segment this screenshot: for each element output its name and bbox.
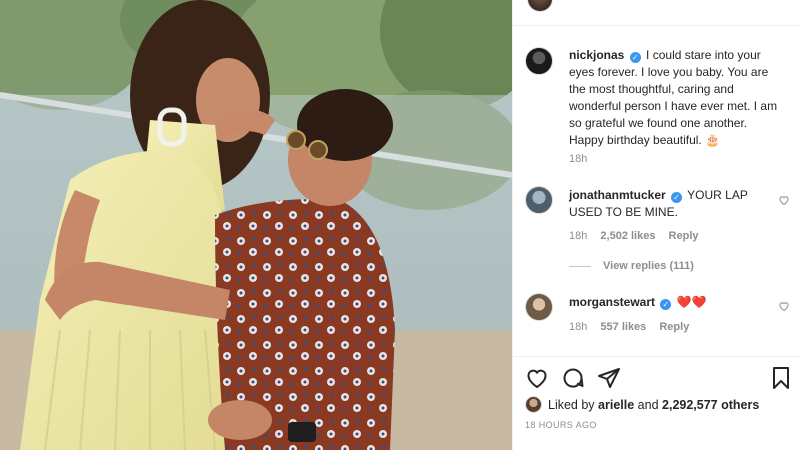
caption-meta: 18h [569,153,597,165]
post-photo[interactable] [0,0,512,450]
liked-by-prefix: Liked by [548,397,595,412]
comment-text: ❤️❤️ [676,295,707,309]
reply-button[interactable]: Reply [659,321,689,333]
comment-likes[interactable]: 2,502 likes [600,230,655,242]
post-timestamp[interactable]: 18 HOURS AGO [525,420,597,430]
paper-plane-icon [598,368,620,388]
comment-username[interactable]: morganstewart [569,295,655,309]
comment-time[interactable]: 18h [569,230,587,242]
verified-badge-icon: ✓ [629,52,641,63]
comment-button[interactable] [561,366,585,390]
comment-likes[interactable]: 557 likes [600,321,646,333]
header-avatar[interactable] [527,0,553,12]
like-button[interactable] [525,366,549,390]
comment-bubble-icon [563,368,584,388]
comment-avatar-jonathanmtucker[interactable] [525,186,553,214]
liked-by-avatar[interactable] [525,396,542,413]
small-heart-icon[interactable] [778,194,790,206]
save-button[interactable] [769,366,793,390]
comment-morganstewart: morganstewart ✓ ❤️❤️ [569,294,779,311]
comment-username[interactable]: jonathanmtucker [569,188,666,202]
couple-photo-illustration [0,0,512,450]
caption: nickjonas ✓ I could stare into your eyes… [569,47,779,149]
comment-avatar-morganstewart[interactable] [525,293,553,321]
view-replies-label: View replies (111) [603,260,694,272]
verified-badge-icon: ✓ [671,192,683,203]
view-replies-button[interactable]: View replies (111) [569,260,694,272]
comment-jonathanmtucker: jonathanmtucker ✓ YOUR LAP USED TO BE MI… [569,187,779,221]
post-header-strip [513,0,800,26]
caption-time[interactable]: 18h [569,153,587,165]
caption-username[interactable]: nickjonas [569,48,624,62]
liked-by-row: Liked by arielle and 2,292,577 others [525,396,759,413]
caption-text: I could stare into your eyes forever. I … [569,48,778,147]
comment-meta: 18h 2,502 likes Reply [569,230,709,242]
reply-button[interactable]: Reply [669,230,699,242]
liked-by-others[interactable]: 2,292,577 others [662,398,759,412]
action-bar [525,366,789,392]
bookmark-icon [773,367,789,389]
actions-divider [513,356,800,357]
verified-badge-icon: ✓ [660,299,672,310]
comment-meta: 18h 557 likes Reply [569,321,699,333]
comment-time[interactable]: 18h [569,321,587,333]
heart-outline-icon [527,369,547,389]
post-side-panel: nickjonas ✓ I could stare into your eyes… [512,0,800,450]
small-heart-icon[interactable] [778,300,790,312]
liked-by-user[interactable]: arielle [598,398,634,412]
share-button[interactable] [597,366,621,390]
caption-author-avatar[interactable] [525,47,553,75]
liked-by-conjunction: and [637,397,659,412]
replies-divider [569,265,591,267]
